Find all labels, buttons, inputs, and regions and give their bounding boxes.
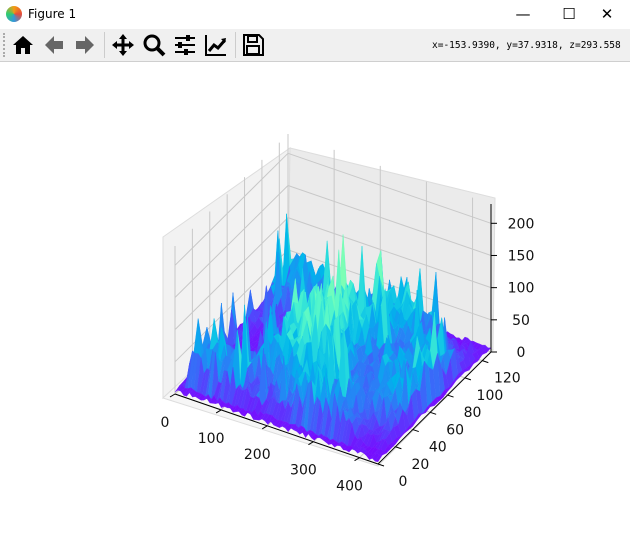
forward-button[interactable] (72, 32, 98, 58)
minimize-button[interactable]: — (500, 0, 546, 28)
z-tick-label: 200 (508, 216, 535, 232)
y-tick-label: 100 (477, 388, 504, 404)
line-chart-icon (205, 35, 227, 56)
window-title: Figure 1 (28, 7, 77, 21)
cursor-coordinates: x=-153.9390, y=37.9318, z=293.558 (432, 40, 621, 51)
y-tick-label: 40 (429, 440, 447, 456)
sliders-icon (175, 35, 195, 55)
z-tick-label: 50 (512, 313, 530, 329)
home-button[interactable] (10, 32, 36, 58)
y-tick-label: 120 (494, 371, 521, 387)
toolbar-separator (104, 32, 105, 58)
toolbar-separator (235, 32, 236, 58)
title-bar: Figure 1 — ☐ ✕ (0, 0, 630, 28)
move-icon (112, 34, 134, 56)
zoom-button[interactable] (141, 32, 167, 58)
close-button[interactable]: ✕ (584, 0, 630, 28)
back-button[interactable] (41, 32, 67, 58)
y-tick (429, 411, 437, 415)
save-button[interactable] (240, 32, 266, 58)
edit-axis-button[interactable] (203, 32, 229, 58)
x-tick-label: 400 (336, 479, 363, 495)
y-tick-label: 80 (464, 405, 482, 421)
floppy-disk-icon (243, 34, 264, 56)
matplotlib-app-icon (6, 6, 22, 22)
home-icon (13, 36, 33, 54)
z-tick-label: 100 (508, 281, 535, 297)
x-tick-label: 300 (290, 463, 317, 479)
y-tick (464, 377, 472, 381)
plot-canvas[interactable]: 0100200300400 020406080100120050100150200 (0, 62, 630, 538)
z-tick-label: 150 (508, 248, 535, 264)
z-tick-label: 0 (517, 345, 526, 361)
arrow-left-icon (45, 36, 63, 54)
x-tick-label: 0 (161, 415, 170, 431)
magnifier-icon (143, 34, 166, 57)
y-tick-label: 20 (411, 457, 429, 473)
y-tick (447, 394, 454, 398)
configure-subplots-button[interactable] (172, 32, 198, 58)
y-tick-label: 0 (399, 474, 408, 490)
y-tick-label: 60 (446, 422, 464, 438)
toolbar-grip[interactable] (3, 33, 7, 57)
y-tick (482, 360, 489, 364)
x-tick-label: 200 (244, 447, 271, 463)
arrow-right-icon (76, 36, 94, 54)
pan-button[interactable] (110, 32, 136, 58)
x-tick-label: 100 (198, 431, 225, 447)
navigation-toolbar: x=-153.9390, y=37.9318, z=293.558 (0, 29, 630, 62)
